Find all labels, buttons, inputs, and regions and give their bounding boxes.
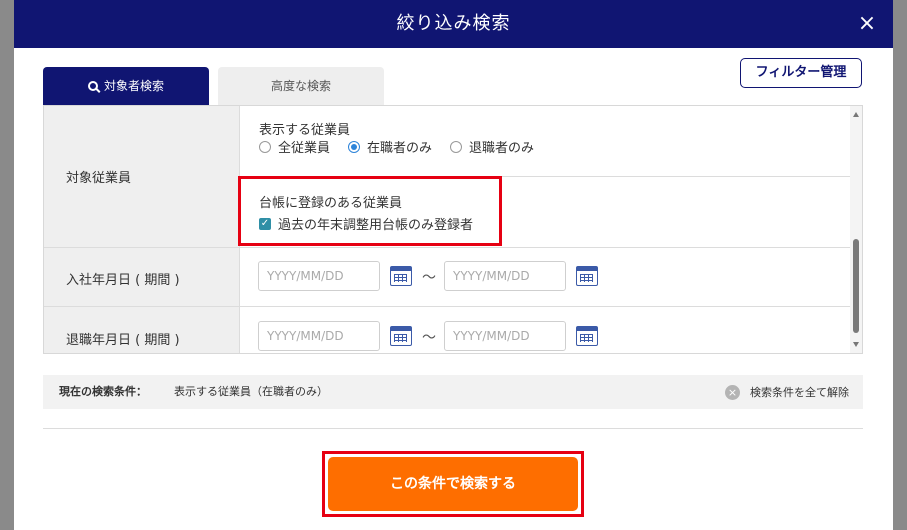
- join-date-to-input[interactable]: YYYY/MM/DD: [444, 261, 566, 291]
- scroll-down-arrow-icon[interactable]: [853, 342, 859, 347]
- radio-label: 全従業員: [278, 141, 331, 156]
- modal-header: 絞り込み検索 ×: [14, 0, 893, 48]
- calendar-icon[interactable]: [390, 326, 412, 346]
- join-date-label: 入社年月日 ( 期間 ): [66, 273, 180, 288]
- clear-all-label: 検索条件を全て解除: [750, 386, 849, 399]
- modal-title: 絞り込み検索: [396, 13, 511, 34]
- calendar-icon[interactable]: [576, 266, 598, 286]
- tab-advanced-search-label: 高度な検索: [270, 79, 331, 93]
- leave-date-label-cell: 退職年月日 ( 期間 ): [44, 307, 240, 353]
- leave-date-to-input[interactable]: YYYY/MM/DD: [444, 321, 566, 351]
- filter-manage-button[interactable]: フィルター管理: [740, 58, 862, 88]
- leave-date-row: 退職年月日 ( 期間 ) YYYY/MM/DD 〜 YYYY/MM/DD: [44, 307, 852, 353]
- filter-search-modal: 絞り込み検索 × 対象者検索 高度な検索 フィルター管理 対象従業員 表示する従…: [14, 0, 893, 530]
- scrollbar-thumb[interactable]: [853, 239, 859, 333]
- display-employees-title: 表示する従業員: [259, 123, 351, 138]
- radio-active-only[interactable]: 在職者のみ: [348, 137, 432, 156]
- close-icon[interactable]: ×: [855, 12, 879, 36]
- radio-button[interactable]: [450, 140, 463, 153]
- calendar-icon[interactable]: [576, 326, 598, 346]
- join-date-row: 入社年月日 ( 期間 ) YYYY/MM/DD 〜 YYYY/MM/DD: [44, 248, 852, 307]
- radio-retired-only[interactable]: 退職者のみ: [450, 137, 534, 156]
- footer-divider: [43, 428, 863, 429]
- scroll-up-arrow-icon[interactable]: [853, 112, 859, 117]
- clear-icon: ×: [725, 384, 740, 400]
- target-employees-label: 対象従業員: [66, 171, 132, 186]
- calendar-icon[interactable]: [390, 266, 412, 286]
- highlight-annotation: [238, 176, 502, 246]
- current-conditions-value: 表示する従業員（在職者のみ）: [174, 385, 328, 398]
- radio-button[interactable]: [259, 140, 271, 153]
- tab-advanced-search[interactable]: 高度な検索: [218, 67, 384, 105]
- tab-target-search-label: 対象者検索: [103, 79, 164, 93]
- panel-scrollbar[interactable]: [850, 106, 862, 353]
- leave-date-label: 退職年月日 ( 期間 ): [66, 333, 180, 348]
- clear-all-conditions-button[interactable]: × 検索条件を全て解除: [725, 375, 849, 409]
- radio-button-selected[interactable]: [348, 140, 361, 153]
- current-conditions-bar: 現在の検索条件： 表示する従業員（在職者のみ） × 検索条件を全て解除: [43, 375, 863, 409]
- join-date-from-input[interactable]: YYYY/MM/DD: [258, 261, 380, 291]
- join-date-label-cell: 入社年月日 ( 期間 ): [44, 248, 240, 306]
- display-employees-radio-group: 全従業員 在職者のみ 退職者のみ: [259, 137, 552, 156]
- radio-label: 退職者のみ: [469, 141, 535, 156]
- range-separator: 〜: [422, 270, 436, 286]
- radio-all-employees[interactable]: 全従業員: [259, 137, 330, 156]
- target-employees-row: 対象従業員 表示する従業員 全従業員 在職者のみ 退職者のみ 台帳に登録のある従…: [44, 106, 852, 248]
- target-employees-label-cell: 対象従業員: [44, 106, 240, 247]
- search-criteria-panel: 対象従業員 表示する従業員 全従業員 在職者のみ 退職者のみ 台帳に登録のある従…: [43, 105, 863, 354]
- search-icon: [87, 81, 98, 91]
- search-with-conditions-button[interactable]: この条件で検索する: [328, 457, 578, 511]
- radio-label: 在職者のみ: [367, 141, 433, 156]
- range-separator: 〜: [422, 330, 436, 346]
- leave-date-from-input[interactable]: YYYY/MM/DD: [258, 321, 380, 351]
- tab-target-search[interactable]: 対象者検索: [43, 67, 209, 105]
- current-conditions-label: 現在の検索条件：: [59, 385, 147, 398]
